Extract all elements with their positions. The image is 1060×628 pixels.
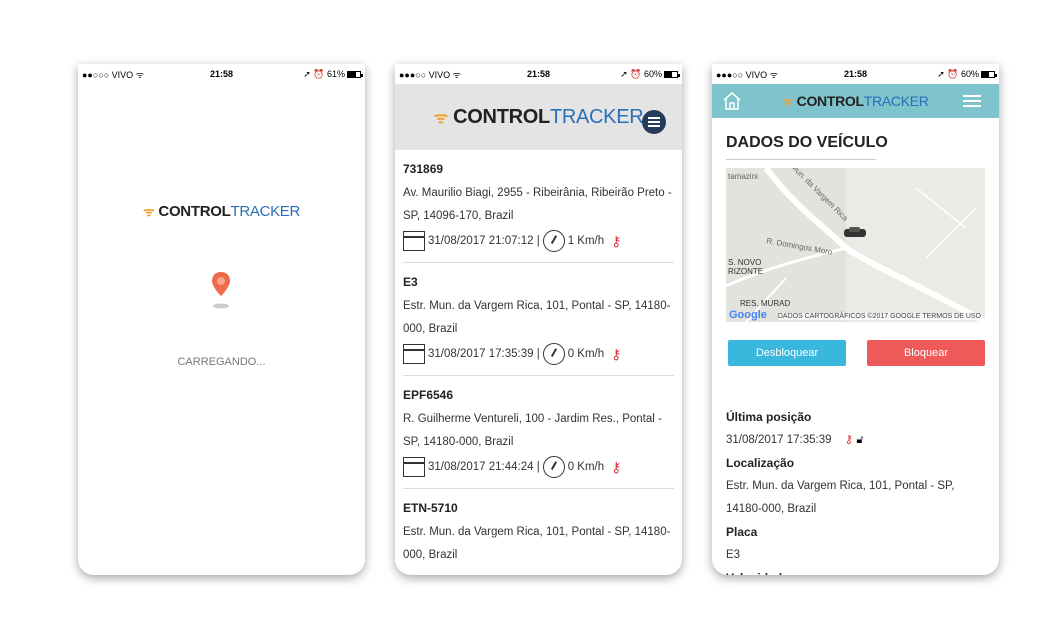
vehicle-meta: 31/08/2017 21:44:24 | 0 Km/h ⚷ [403,456,674,478]
map-view[interactable]: tamazini Mun. da Vargem Rica R. Domingos… [726,168,985,322]
speedometer-icon [542,230,565,252]
page-title: DADOS DO VEÍCULO [726,134,888,151]
status-bar: ●●●○○ VIVO ᯤ 21:58 ➚ ⏰ 60% [395,64,682,84]
vehicle-address: R. Guilherme Ventureli, 100 - Jardim Res… [403,413,662,448]
battery-icon [347,70,363,78]
location-label: Localização [726,456,795,470]
vehicle-meta: 31/08/2017 21:07:12 | 1 Km/h ⚷ [403,230,674,252]
vehicle-speed: 0 Km/h [567,461,605,473]
key-icon: ⚷ [844,434,854,446]
speedometer-icon [542,456,565,478]
clock: 21:58 [526,69,551,79]
vehicle-datetime: 31/08/2017 17:35:39 | [428,348,540,360]
lock-button[interactable]: Bloquear [867,340,985,366]
app-logo: ᯤ CONTROLTRACKER [433,105,644,128]
menu-button[interactable] [642,110,666,134]
vehicle-info: Última posição 31/08/2017 17:35:39 ⚷ 🔓︎ … [726,406,989,575]
app-header: ᯤ CONTROLTRACKER [395,84,682,150]
location-value: Estr. Mun. da Vargem Rica, 101, Pontal -… [726,480,955,515]
vehicle-list-screen: ●●●○○ VIVO ᯤ 21:58 ➚ ⏰ 60% ᯤ CONTROLTRAC… [395,64,682,575]
vehicle-detail-screen: ●●●○○ VIVO ᯤ 21:58 ➚ ⏰ 60% ᯤ CONTROLTRAC… [712,64,999,575]
map-label: RES. MURAD [740,299,791,308]
list-item[interactable]: E3 Estr. Mun. da Vargem Rica, 101, Ponta… [403,263,674,376]
clock: 21:58 [209,69,234,79]
app-logo: ᯤ CONTROLTRACKER [782,92,929,109]
status-bar: ●●○○○ VIVO ᯤ 21:58 ➚ ⏰ 61% [78,64,365,84]
clock: 21:58 [843,69,868,79]
list-item[interactable]: EPF6546 R. Guilherme Ventureli, 100 - Ja… [403,376,674,489]
battery-status: ➚ ⏰ 61% [261,69,363,80]
battery-icon [664,70,680,78]
last-position-value: 31/08/2017 17:35:39 [726,434,832,446]
wifi-icon: ᯤ [142,204,155,219]
app-logo: ᯤ CONTROLTRACKER [142,203,301,220]
calendar-icon [403,457,425,477]
vehicle-speed: 0 Km/h [567,348,605,360]
calendar-icon [403,231,425,251]
key-icon: ⚷ [611,232,622,249]
vehicle-address: Av. Maurilio Biagi, 2955 - Ribeirânia, R… [403,187,672,222]
map-label: tamazini [728,172,758,181]
plate-label: Placa [726,525,758,539]
speed-label: Velocidade [726,567,989,575]
unlocked-icon: 🔓︎ [856,434,864,446]
loading-text: CARREGANDO... [177,356,266,368]
vehicle-plate: 731869 [403,162,444,176]
last-position-row: 31/08/2017 17:35:39 ⚷ 🔓︎ [726,429,989,452]
carrier: ●●○○○ VIVO ᯤ [82,69,144,80]
google-logo: Google [729,309,767,321]
vehicle-list: 731869 Av. Maurilio Biagi, 2955 - Ribeir… [403,150,674,575]
plate-value: E3 [726,549,741,561]
wifi-icon: ᯤ [782,94,794,109]
vehicle-datetime: 31/08/2017 21:44:24 | [428,461,540,473]
map-label: S. NOVO RIZONTE [728,258,764,276]
last-position-label: Última posição [726,410,812,424]
battery-status: ➚ ⏰ 60% [895,69,997,80]
unlock-button[interactable]: Desbloquear [728,340,846,366]
location-pin-icon [212,272,230,309]
wifi-icon: ᯤ [433,109,449,127]
vehicle-address: Estr. Mun. da Vargem Rica, 101, Pontal -… [403,300,671,335]
list-item[interactable]: ETN-5710 Estr. Mun. da Vargem Rica, 101,… [403,489,674,575]
vehicle-plate: E3 [403,275,418,289]
calendar-icon [403,344,425,364]
vehicle-datetime: 31/08/2017 21:07:12 | [428,235,540,247]
status-bar: ●●●○○ VIVO ᯤ 21:58 ➚ ⏰ 60% [712,64,999,84]
key-icon: ⚷ [611,345,622,362]
speedometer-icon [542,343,565,365]
vehicle-plate: ETN-5710 [403,501,458,515]
hamburger-menu-icon[interactable] [963,95,981,107]
app-header: ᯤ CONTROLTRACKER [712,84,999,118]
battery-icon [981,70,997,78]
title-divider [726,159,876,160]
vehicle-speed: 1 Km/h [567,235,605,247]
vehicle-meta: 31/08/2017 17:35:39 | 0 Km/h ⚷ [403,343,674,365]
carrier: ●●●○○ VIVO ᯤ [716,69,778,80]
splash-screen: ●●○○○ VIVO ᯤ 21:58 ➚ ⏰ 61% ᯤ CONTROLTRAC… [78,64,365,575]
key-icon: ⚷ [611,458,622,475]
list-item[interactable]: 731869 Av. Maurilio Biagi, 2955 - Ribeir… [403,150,674,263]
battery-status: ➚ ⏰ 60% [578,69,680,80]
vehicle-plate: EPF6546 [403,388,454,402]
car-icon[interactable] [842,226,868,240]
vehicle-address: Estr. Mun. da Vargem Rica, 101, Pontal -… [403,526,671,561]
map-credit[interactable]: DADOS CARTOGRÁFICOS ©2017 GOOGLE TERMOS … [777,313,981,320]
home-icon[interactable] [722,91,742,111]
carrier: ●●●○○ VIVO ᯤ [399,69,461,80]
